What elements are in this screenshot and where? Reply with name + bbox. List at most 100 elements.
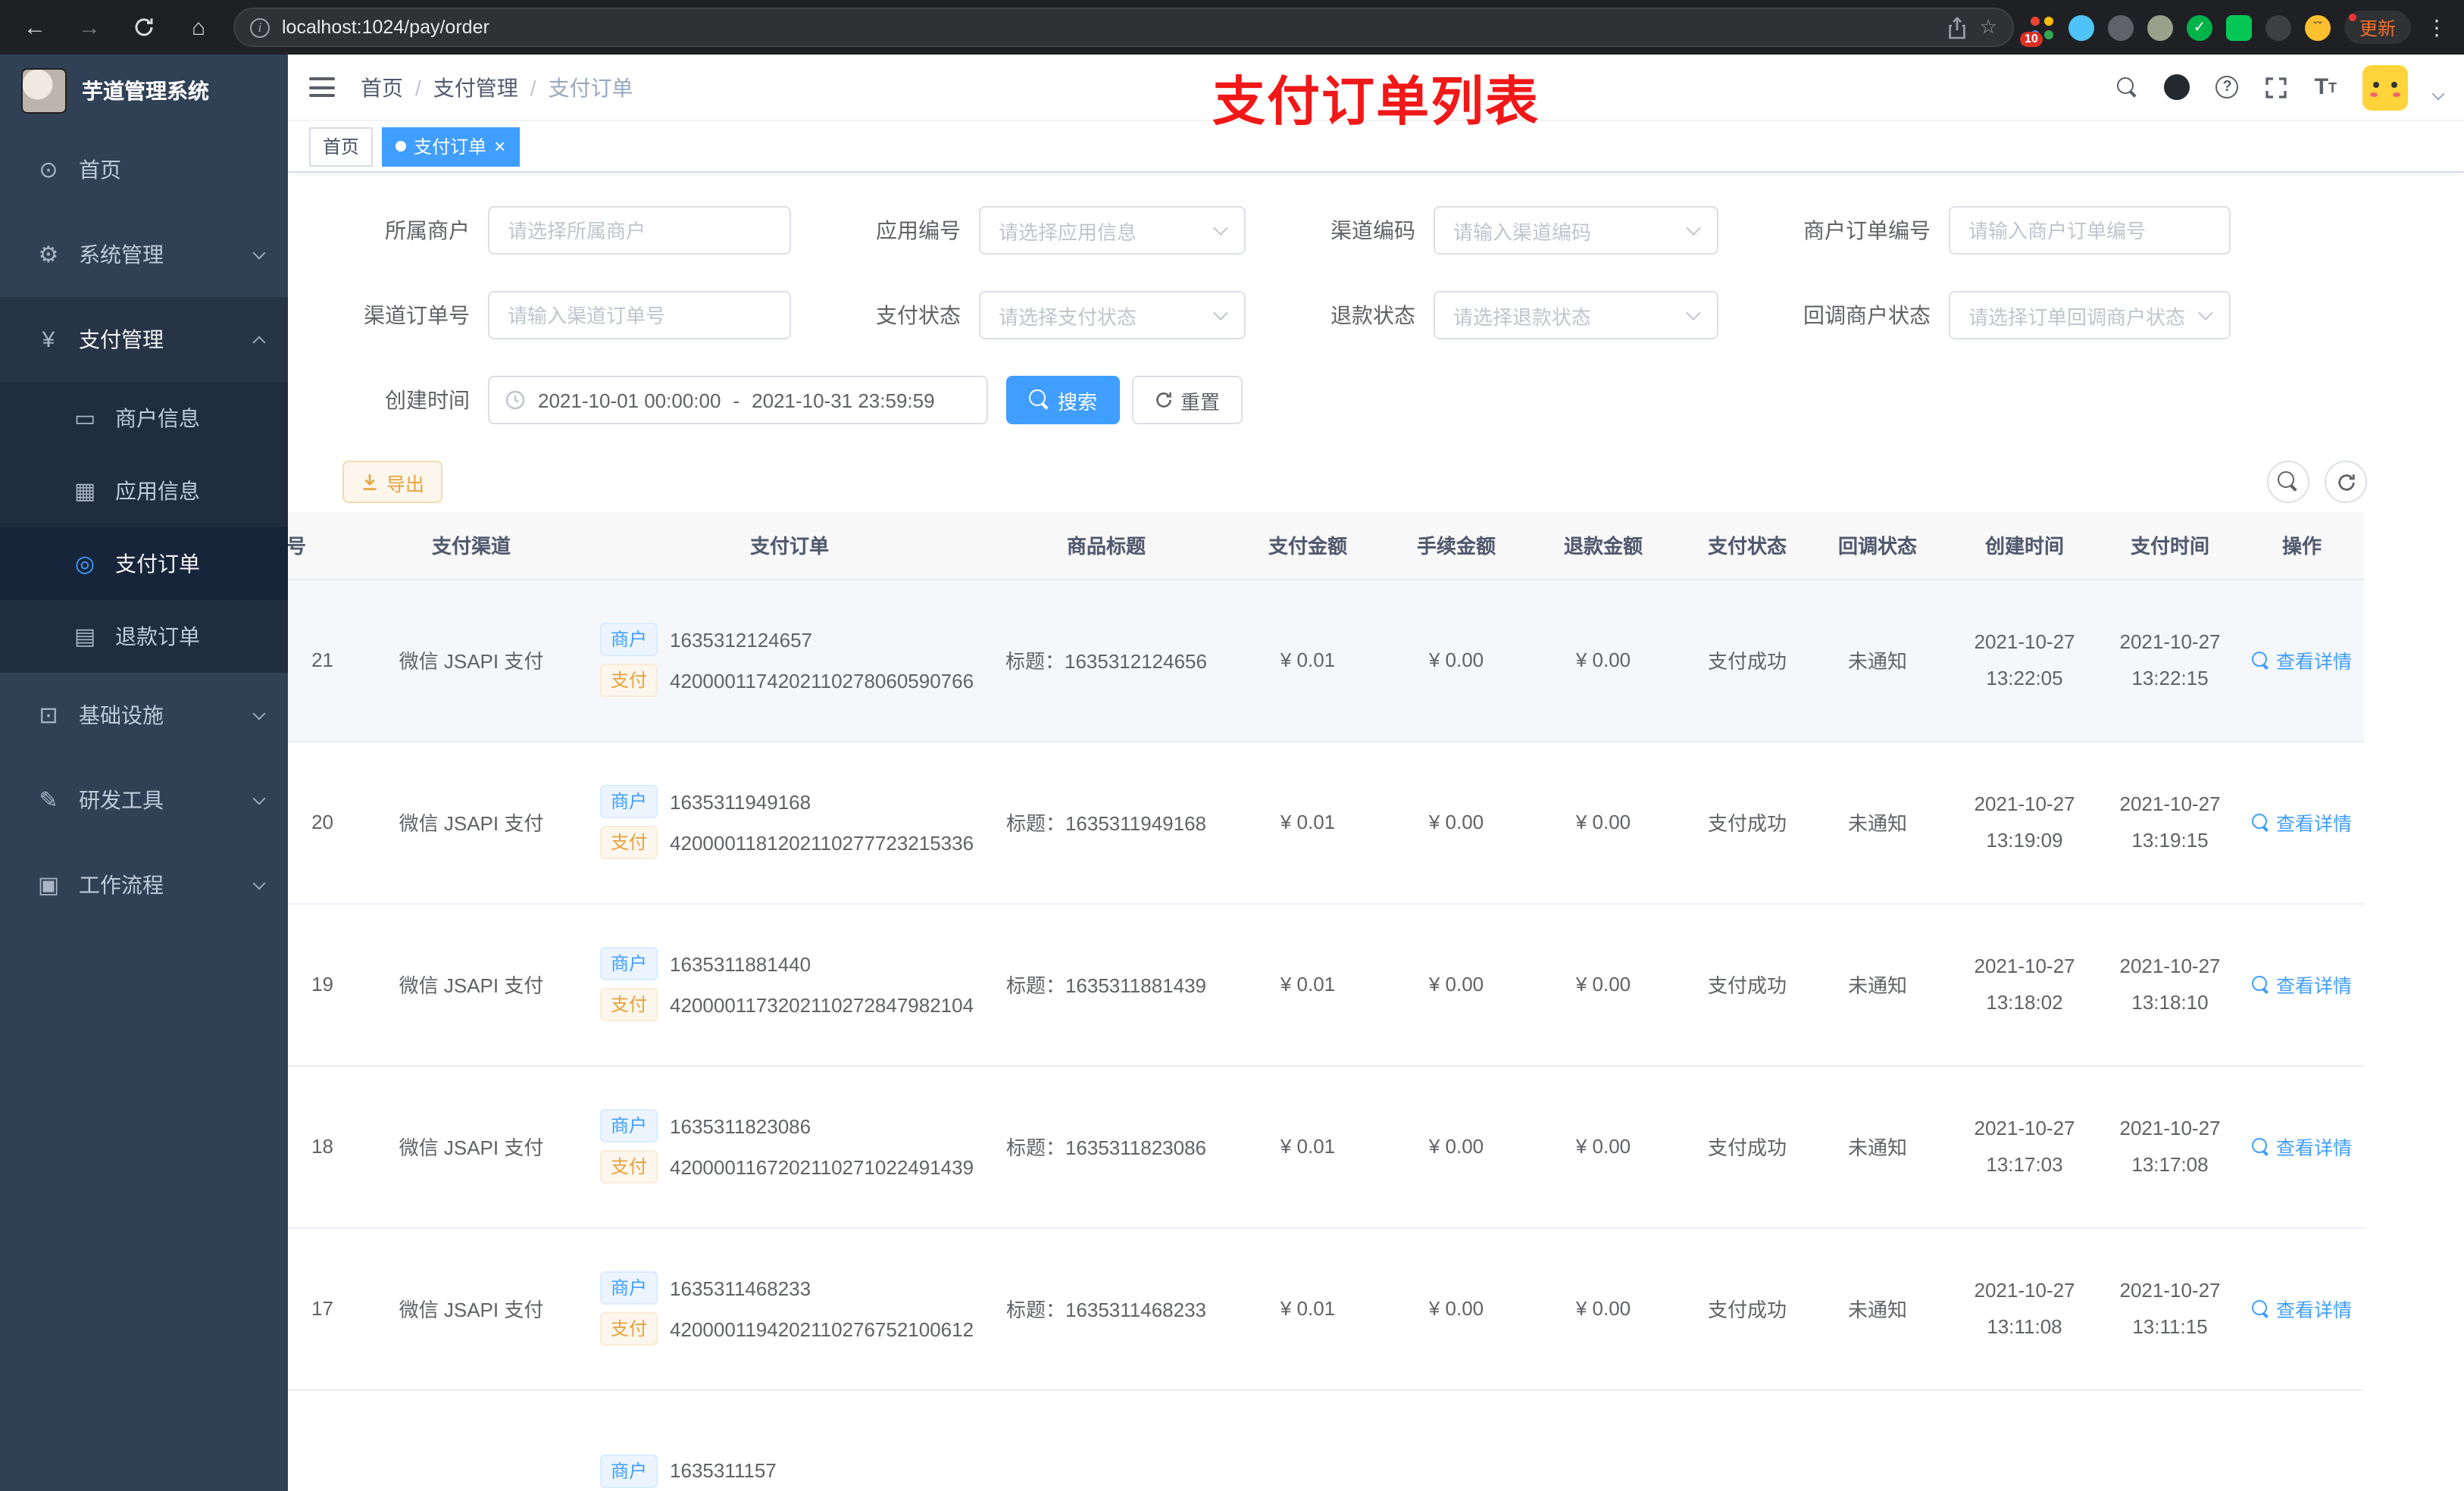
sidebar-item-system[interactable]: ⚙ 系统管理 bbox=[0, 212, 288, 297]
channel-code-select[interactable]: 请输入渠道编码 bbox=[1434, 206, 1718, 255]
view-detail-link[interactable]: 查看详情 bbox=[2252, 808, 2352, 836]
chevron-down-icon bbox=[1686, 220, 1701, 235]
refund-amount: ¥ 0.00 bbox=[1518, 903, 1688, 1066]
filter-row-1: 所属商户 应用编号 请选择应用信息 渠道编码 请输入渠道编码 bbox=[288, 206, 2464, 255]
breadcrumb-payment[interactable]: 支付管理 bbox=[433, 72, 518, 102]
view-detail-label: 查看详情 bbox=[2276, 976, 2353, 997]
extension-icon[interactable] bbox=[2068, 14, 2094, 40]
table-row: 20 微信 JSAPI 支付 商户 1635311949168 支付 42000… bbox=[288, 741, 2364, 904]
browser-toolbar: ← → ⌂ i localhost:1024/pay/order ☆ 10 ✓ … bbox=[0, 0, 2464, 55]
export-button[interactable]: 导出 bbox=[342, 461, 443, 503]
site-info-icon[interactable]: i bbox=[250, 17, 270, 37]
extension-icon[interactable] bbox=[2265, 14, 2291, 40]
sidebar-item-merchant-info[interactable]: ▭ 商户信息 bbox=[0, 382, 288, 455]
search-button[interactable]: 搜索 bbox=[1006, 376, 1121, 424]
merchant-filter-input[interactable] bbox=[488, 206, 791, 255]
user-avatar[interactable] bbox=[2362, 64, 2408, 110]
share-icon[interactable] bbox=[1948, 16, 1968, 39]
sidebar-logo[interactable]: 芋道管理系统 bbox=[0, 55, 288, 127]
avatar-caret-icon[interactable] bbox=[2431, 86, 2445, 100]
pay-status-select[interactable]: 请选择支付状态 bbox=[979, 291, 1246, 339]
sidebar-item-app-info[interactable]: ▦ 应用信息 bbox=[0, 455, 288, 527]
notify-status-select[interactable]: 请选择订单回调商户状态 bbox=[1949, 291, 2231, 339]
create-time: 2021-10-27 13:17:03 bbox=[1949, 1065, 2100, 1228]
sidebar-item-label: 首页 bbox=[79, 158, 121, 182]
app-header: 首页 / 支付管理 / 支付订单 支付订单列表 ? TT bbox=[288, 55, 2464, 132]
chevron-down-icon bbox=[1213, 305, 1228, 320]
browser-update-button[interactable]: 更新 bbox=[2344, 11, 2411, 44]
pay-tag: 支付 bbox=[600, 1312, 658, 1346]
product-title: 标题：1635312124656 bbox=[991, 579, 1221, 742]
create-time-range-picker[interactable]: 2021-10-01 00:00:00 - 2021-10-31 23:59:5… bbox=[488, 376, 988, 424]
browser-back-button[interactable]: ← bbox=[15, 8, 55, 47]
browser-forward-button[interactable]: → bbox=[70, 8, 109, 47]
column-header: 编号 bbox=[288, 512, 355, 580]
view-detail-link[interactable]: 查看详情 bbox=[2252, 1132, 2352, 1161]
extension-icon[interactable]: 10 bbox=[2019, 14, 2055, 46]
sidebar-item-home[interactable]: ⊙ 首页 bbox=[0, 127, 288, 212]
column-header: 回调状态 bbox=[1806, 512, 1949, 580]
sidebar-item-pay-order[interactable]: ◎ 支付订单 bbox=[0, 527, 288, 600]
page-annotation: 支付订单列表 bbox=[1212, 73, 1540, 132]
font-size-button[interactable]: TT bbox=[2315, 74, 2337, 100]
breadcrumb-home[interactable]: 首页 bbox=[361, 72, 403, 102]
merchant-order-no: 1635312124657 bbox=[670, 628, 813, 651]
view-detail-link[interactable]: 查看详情 bbox=[2252, 970, 2352, 999]
browser-home-button[interactable]: ⌂ bbox=[179, 8, 218, 47]
sidebar-toggle-icon[interactable] bbox=[309, 72, 339, 102]
reset-button[interactable]: 重置 bbox=[1132, 376, 1243, 424]
header-search-button[interactable] bbox=[2117, 77, 2139, 98]
browser-menu-icon[interactable]: ⋮ bbox=[2425, 14, 2449, 40]
browser-reload-button[interactable] bbox=[124, 8, 164, 47]
payment-submenu: ▭ 商户信息 ▦ 应用信息 ◎ 支付订单 ▤ 退款订单 bbox=[0, 382, 288, 673]
filter-label: 所属商户 bbox=[385, 218, 470, 242]
sidebar-item-payment[interactable]: ¥ 支付管理 bbox=[0, 297, 288, 382]
app-id-select[interactable]: 请选择应用信息 bbox=[979, 206, 1246, 255]
tab-close-icon[interactable]: × bbox=[494, 136, 505, 156]
sidebar-item-infra[interactable]: ⊡ 基础设施 bbox=[0, 673, 288, 758]
github-button[interactable] bbox=[2164, 74, 2190, 100]
sidebar-item-label: 支付管理 bbox=[79, 327, 164, 352]
view-detail-link[interactable]: 查看详情 bbox=[2252, 645, 2352, 674]
dashboard-icon: ⊙ bbox=[39, 158, 58, 183]
tab-pay-order[interactable]: 支付订单 × bbox=[382, 127, 520, 166]
fullscreen-button[interactable] bbox=[2265, 75, 2289, 99]
fee-amount bbox=[1394, 1389, 1518, 1491]
pay-line: 支付 4200001194202110276752100612 bbox=[600, 1312, 979, 1346]
extension-icon[interactable] bbox=[2147, 14, 2173, 40]
url-text: localhost:1024/pay/order bbox=[282, 17, 489, 38]
chevron-down-icon bbox=[252, 791, 266, 805]
refund-status-select[interactable]: 请选择退款状态 bbox=[1434, 291, 1718, 339]
extension-icon[interactable] bbox=[2107, 14, 2134, 40]
sidebar-item-devtools[interactable]: ✎ 研发工具 bbox=[0, 758, 288, 842]
sidebar-item-workflow[interactable]: ▣ 工作流程 bbox=[0, 842, 288, 927]
pay-status: 支付成功 bbox=[1688, 1227, 1806, 1390]
refresh-table-button[interactable] bbox=[2325, 461, 2367, 503]
bookmark-star-icon[interactable]: ☆ bbox=[1980, 15, 1997, 39]
column-header: 支付金额 bbox=[1221, 512, 1394, 580]
toggle-search-button[interactable] bbox=[2267, 461, 2309, 503]
merchant-tag: 商户 bbox=[600, 785, 658, 818]
extension-icon[interactable]: ˇˇ bbox=[2304, 14, 2331, 40]
extension-icon[interactable] bbox=[2225, 14, 2252, 40]
table-tools bbox=[2267, 461, 2367, 503]
merchant-order-line: 商户 1635311823086 bbox=[600, 1109, 979, 1142]
pay-order-no: 4200001167202110271022491439 bbox=[670, 1155, 974, 1178]
extension-icon[interactable]: ✓ bbox=[2186, 14, 2212, 40]
address-bar[interactable]: i localhost:1024/pay/order ☆ bbox=[233, 8, 2014, 47]
fee-amount: ¥ 0.00 bbox=[1394, 903, 1518, 1066]
refund-amount: ¥ 0.00 bbox=[1518, 1065, 1688, 1228]
filter-row-2: 渠道订单号 支付状态 请选择支付状态 退款状态 请选择退款状态 bbox=[288, 291, 2464, 339]
notify-status: 未通知 bbox=[1806, 1065, 1949, 1228]
view-detail-link[interactable]: 查看详情 bbox=[2252, 1294, 2352, 1323]
order-id: 19 bbox=[288, 903, 355, 1066]
merchant-order-no-input[interactable] bbox=[1949, 206, 2231, 255]
filter-label: 回调商户状态 bbox=[1803, 303, 1931, 327]
product-title: 标题：1635311468233 bbox=[991, 1227, 1221, 1390]
logo-image bbox=[21, 68, 67, 114]
channel-order-no-input[interactable] bbox=[488, 291, 791, 339]
tab-home[interactable]: 首页 bbox=[309, 127, 374, 166]
notify-status: 未通知 bbox=[1806, 903, 1949, 1066]
help-button[interactable]: ? bbox=[2215, 76, 2239, 98]
sidebar-item-refund-order[interactable]: ▤ 退款订单 bbox=[0, 600, 288, 673]
